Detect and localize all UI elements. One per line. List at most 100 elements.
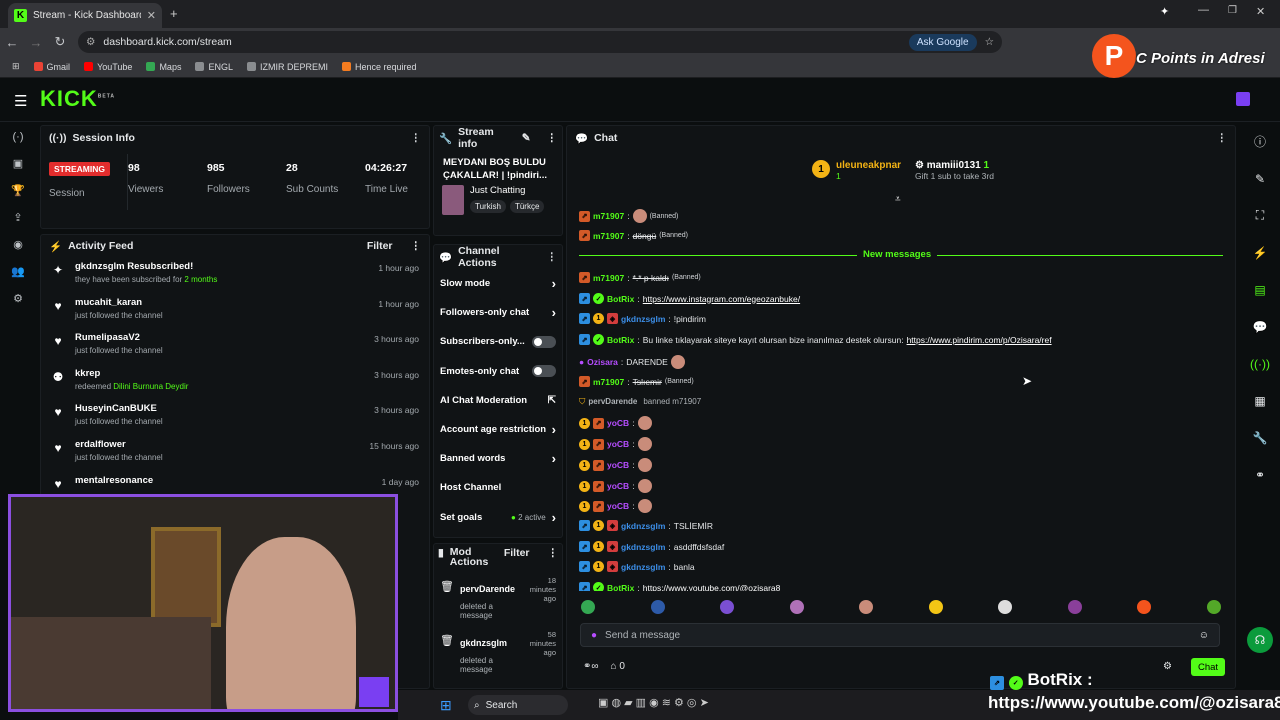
new-tab-icon[interactable]: + — [170, 6, 178, 21]
chat-username[interactable]: BotRix — [607, 583, 634, 592]
emote-icon[interactable] — [1067, 600, 1082, 614]
chat-username[interactable]: BotRix — [607, 335, 634, 345]
chat-bubble-icon[interactable]: 💬 — [1240, 308, 1280, 345]
ask-google-button[interactable]: Ask Google — [908, 33, 977, 51]
stream-info-menu-icon[interactable]: ⋮ — [547, 132, 558, 144]
mod-user[interactable]: pervDarende — [460, 584, 522, 594]
channel-action-item[interactable]: Slow mode › — [434, 269, 562, 298]
activity-user[interactable]: gkdnzsglm Resubscribed! — [75, 261, 217, 272]
maximize-icon[interactable]: ❐ — [1228, 5, 1237, 16]
chat-username[interactable]: gkdnzsglm — [621, 562, 665, 572]
taskbar-app-icon[interactable]: ▣ ◍ ▰ ▥ ◉ ≋ ⚙ ◎ ➤ — [598, 696, 709, 709]
dashboard-nav-icon[interactable]: ▣ — [0, 150, 36, 177]
chat-username[interactable]: yoCB — [607, 460, 629, 470]
activity-user[interactable]: kkrep — [75, 368, 188, 379]
trophy-nav-icon[interactable]: 🏆 — [0, 177, 36, 204]
reload-icon[interactable]: ↻ — [48, 34, 72, 50]
points-icon[interactable]: ⚭∞ — [583, 661, 599, 672]
channel-action-item[interactable]: Host Channel — [434, 473, 562, 502]
profile-avatar[interactable] — [1236, 92, 1250, 106]
emote-icon[interactable] — [789, 600, 804, 614]
url-input[interactable]: ⚙ dashboard.kick.com/stream Ask Google ☆ — [78, 31, 1002, 53]
kick-logo[interactable]: KICKBETA — [40, 86, 115, 112]
chat-input[interactable]: ● Send a message ☺ — [580, 623, 1220, 647]
bookmark-izmir[interactable]: IZMIR DEPREMI — [246, 62, 328, 72]
support-icon[interactable]: ☊ — [1240, 621, 1280, 658]
close-window-icon[interactable]: ✕ — [1256, 5, 1265, 18]
activity-user[interactable]: RumelipasaV2 — [75, 332, 163, 343]
bookmark-engl[interactable]: ENGL — [195, 62, 233, 72]
chat-username[interactable]: yoCB — [607, 501, 629, 511]
emote-icon[interactable] — [650, 600, 665, 614]
bookmark-star-icon[interactable]: ☆ — [985, 36, 994, 48]
document-icon[interactable]: ▤ — [1240, 271, 1280, 308]
chat-username[interactable]: Ozisara — [587, 357, 618, 367]
emote-icon[interactable] — [581, 600, 595, 614]
moderation-nav-icon[interactable]: ◉ — [0, 231, 36, 258]
chat-username[interactable]: gkdnzsglm — [621, 542, 665, 552]
chat-username[interactable]: yoCB — [607, 439, 629, 449]
chat-username[interactable]: m71907 — [593, 273, 624, 283]
activity-user[interactable]: mentalresonance — [75, 475, 153, 486]
back-icon[interactable]: ← — [0, 35, 24, 50]
share-icon[interactable]: ⚭ — [1240, 456, 1280, 493]
edit-icon[interactable]: ✎ — [1240, 160, 1280, 197]
channel-action-item[interactable]: Banned words › — [434, 444, 562, 473]
emote-icon[interactable] — [1206, 600, 1221, 614]
emote-icon[interactable] — [928, 600, 943, 614]
chat-username[interactable]: m71907 — [593, 231, 624, 241]
storage-icon[interactable]: ▦ — [1240, 382, 1280, 419]
chat-menu-icon[interactable]: ⋮ — [1217, 132, 1228, 144]
community-nav-icon[interactable]: 👥 — [0, 258, 36, 285]
taskbar-search[interactable]: ⌕ Search — [468, 695, 568, 715]
chat-username[interactable]: gkdnzsglm — [621, 314, 665, 324]
chat-link[interactable]: https://www.pindirim.com/p/Ozisara/ref — [907, 335, 1052, 345]
store-icon[interactable]: ⌂ 0 — [611, 661, 625, 672]
info-icon[interactable]: ⓘ — [1240, 123, 1280, 160]
mod-menu-icon[interactable]: ⋮ — [548, 547, 559, 559]
mod-filter-button[interactable]: Filter — [504, 547, 530, 559]
activity-user[interactable]: erdalflower — [75, 439, 163, 450]
toggle-switch[interactable] — [532, 335, 556, 348]
chat-text[interactable]: https://www.instagram.com/egeozanbuke/ — [643, 294, 800, 304]
site-info-icon[interactable]: ⚙ — [86, 36, 95, 48]
forward-icon[interactable]: → — [24, 35, 48, 50]
menu-icon[interactable]: ☰ — [14, 92, 27, 110]
gifter-2-name[interactable]: mamiii0131 — [927, 160, 981, 171]
settings-nav-icon[interactable]: ⚙ — [0, 285, 36, 312]
emote-icon[interactable] — [720, 600, 735, 614]
stream-nav-icon[interactable]: (·) — [0, 123, 36, 150]
chat-username[interactable]: BotRix — [607, 294, 634, 304]
channel-action-item[interactable]: Followers-only chat › — [434, 298, 562, 327]
lightning-icon[interactable]: ⚡ — [1240, 234, 1280, 271]
bookmark-maps[interactable]: Maps — [146, 62, 181, 72]
channel-action-item[interactable]: Emotes-only chat — [434, 357, 562, 386]
channel-action-item[interactable]: Set goals ● 2 active › — [434, 503, 562, 532]
channel-actions-menu-icon[interactable]: ⋮ — [547, 251, 558, 263]
broadcast-icon[interactable]: ((·)) — [1240, 345, 1280, 382]
emote-icon[interactable] — [998, 600, 1013, 614]
minimize-icon[interactable]: — — [1198, 4, 1209, 16]
apps-grid-icon[interactable]: ⊞ — [12, 61, 20, 72]
fullscreen-icon[interactable]: ⛶ — [1240, 197, 1280, 234]
channel-action-item[interactable]: Account age restriction › — [434, 415, 562, 444]
emote-icon[interactable] — [1137, 600, 1152, 614]
chat-username[interactable]: gkdnzsglm — [621, 521, 665, 531]
gemini-icon[interactable]: ✦ — [1160, 5, 1169, 18]
chat-username[interactable]: yoCB — [607, 418, 629, 428]
activity-menu-icon[interactable]: ⋮ — [411, 240, 422, 252]
emote-icon[interactable] — [859, 600, 874, 614]
emoji-icon[interactable]: ☺ — [1199, 630, 1209, 641]
channel-action-item[interactable]: Subscribers-only... — [434, 327, 562, 356]
activity-user[interactable]: mucahit_karan — [75, 297, 163, 308]
session-menu-icon[interactable]: ⋮ — [411, 132, 422, 144]
activity-filter-button[interactable]: Filter — [367, 240, 393, 252]
chat-send-button[interactable]: Chat — [1191, 658, 1225, 676]
tag-turkish[interactable]: Turkish — [470, 200, 506, 213]
bookmark-gmail[interactable]: Gmail — [33, 62, 70, 72]
mod-user[interactable]: gkdnzsglm — [460, 638, 522, 648]
chat-settings-icon[interactable]: ⚙ — [1163, 661, 1172, 672]
chat-username[interactable]: m71907 — [593, 377, 624, 387]
browser-tab[interactable]: K Stream - Kick Dashboard ✕ — [8, 3, 162, 28]
gifter-1-name[interactable]: uleuneakpnar — [836, 160, 901, 171]
